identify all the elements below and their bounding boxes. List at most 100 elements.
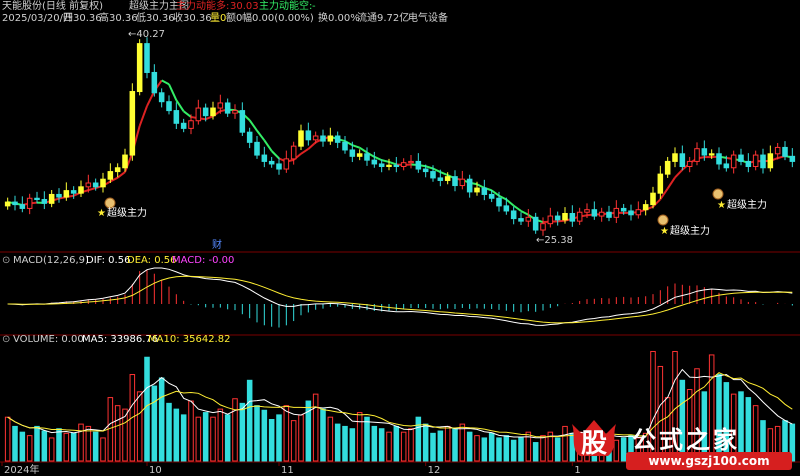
candle-body [63, 190, 70, 198]
candle-body [78, 186, 84, 194]
volume-bar [349, 428, 356, 462]
volume-bar [276, 414, 282, 462]
candle-body [488, 193, 495, 199]
high-price-label: ←40.27 [128, 29, 165, 40]
volume-icon[interactable]: ⊙ [2, 334, 10, 345]
volume-bar [268, 418, 275, 462]
candle-body [532, 216, 539, 231]
volume-bar [4, 416, 11, 462]
candle-body [56, 193, 62, 198]
ohlc-close: 收30.36 [173, 11, 212, 24]
stock-chart[interactable]: 天能股份(日线 前复权) 超级主力主图 主力动能多: 30.03 主力动能空: … [0, 0, 800, 476]
volume-bar [290, 420, 297, 462]
volume-bar [85, 425, 92, 462]
candle-body [694, 148, 700, 162]
watermark-logo: 股 [572, 420, 616, 459]
candle-body [496, 197, 502, 207]
candle-body [48, 193, 55, 204]
candle-body [19, 204, 26, 209]
candle-body [474, 187, 480, 193]
candle-body [166, 101, 172, 112]
ma-segment [557, 219, 566, 223]
ma-segment [520, 210, 529, 216]
volume-bar [56, 428, 62, 462]
candle-body [437, 177, 444, 181]
svg-text:超级主力: 超级主力 [670, 224, 710, 237]
svg-text:★: ★ [717, 200, 726, 211]
ma-segment [359, 146, 368, 154]
volume-bar [312, 393, 319, 462]
app-title: 天能股份(日线 前复权) [2, 0, 103, 12]
volume-bar [180, 414, 187, 462]
signal-marker-1: ★ 超级主力 [97, 197, 147, 219]
candle-body [569, 213, 576, 222]
volume-bar [114, 405, 121, 462]
candle-body [452, 176, 458, 187]
volume-bar [283, 405, 290, 462]
watermark-title: 公式之家 [632, 426, 740, 454]
volume-bar [41, 430, 48, 462]
candle-body [151, 71, 158, 94]
candle-body [386, 164, 392, 167]
macd-title: MACD(12,26,9) [13, 255, 89, 266]
candle-body [158, 92, 165, 103]
volume-bar [422, 423, 429, 462]
candle-body [686, 160, 693, 167]
volume-ma10: MA10: 35642.82 [148, 334, 230, 345]
volume-bar [386, 431, 392, 462]
volume-bar [26, 435, 33, 462]
candle-body [738, 154, 744, 162]
candle-body [320, 135, 326, 142]
candle-body [173, 110, 180, 124]
candle-body [444, 176, 451, 181]
volume-bar [298, 414, 304, 462]
site-watermark: 股 公式之家 www.gszj100.com [560, 414, 796, 474]
macd-icon[interactable]: ⊙ [2, 255, 10, 266]
candle-body [122, 154, 128, 169]
candle-body [210, 107, 216, 117]
candle-body [34, 197, 40, 201]
candle-body [85, 182, 92, 188]
candle-body [246, 131, 253, 143]
candle-body [591, 209, 598, 217]
ma-segment [674, 169, 684, 179]
candle-body [598, 211, 605, 217]
candle-body [525, 216, 532, 222]
volume-bar [100, 437, 106, 462]
ma-segment [476, 183, 485, 189]
ma-segment [300, 148, 309, 155]
ma-segment [183, 110, 192, 118]
volume-bar [246, 379, 253, 462]
ohlc-sector: 电气设备 [408, 11, 448, 24]
volume-bar [19, 431, 26, 462]
candle-body [459, 178, 466, 187]
volume-bar [92, 431, 99, 462]
volume-bar [12, 425, 18, 462]
volume-bar [232, 398, 238, 462]
candle-body [195, 107, 202, 122]
candle-body [349, 149, 356, 157]
news-marker[interactable]: 财 [212, 238, 222, 251]
signal-marker-3: ★ 超级主力 [712, 188, 767, 211]
candle-body [554, 215, 561, 221]
volume-bar [320, 408, 326, 462]
volume-bar [202, 412, 209, 462]
candle-body [129, 91, 136, 156]
volume-bar [342, 425, 348, 462]
ma-segment [175, 99, 185, 112]
candle-body [430, 171, 436, 179]
volume-bar [488, 432, 495, 462]
ma-segment [256, 130, 266, 141]
svg-text:超级主力: 超级主力 [107, 206, 147, 219]
candle-body [400, 162, 407, 167]
ma-segment [307, 141, 317, 150]
candle-body [422, 168, 429, 173]
macd-value: MACD: -0.00 [172, 255, 234, 266]
ma-segment [270, 150, 280, 160]
volume-bar [327, 416, 334, 462]
candle-body [481, 187, 488, 195]
candle-body [144, 43, 150, 73]
candle-body [4, 201, 11, 207]
svg-text:超级主力: 超级主力 [727, 198, 767, 211]
volume-bar [239, 402, 246, 462]
